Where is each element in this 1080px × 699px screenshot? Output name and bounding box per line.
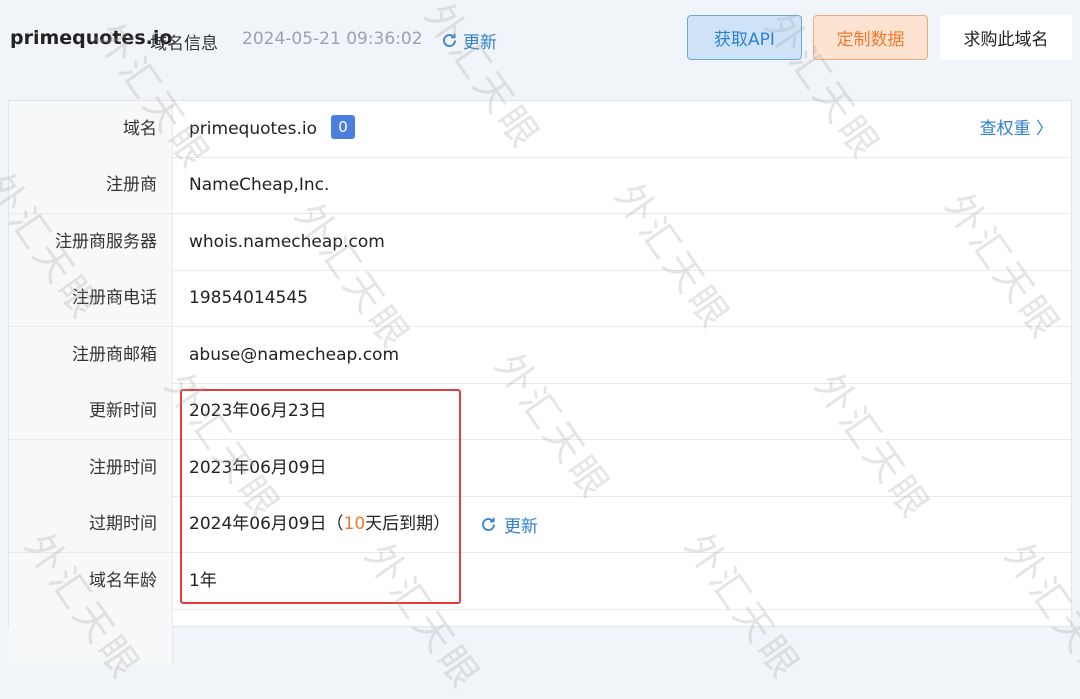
table-row-registrar-phone: 注册商电话 19854014545 bbox=[9, 270, 1071, 327]
expiry-refresh-button[interactable]: 更新 bbox=[479, 512, 538, 537]
check-weight-link[interactable]: 查权重 〉 bbox=[980, 101, 1053, 157]
table-row-updated: 更新时间 2023年06月23日 bbox=[9, 383, 1071, 440]
page-title: 域名信息 bbox=[150, 34, 218, 54]
table-row-empty bbox=[9, 609, 1071, 665]
domain-title: primequotes.io bbox=[10, 27, 173, 49]
domain-info-table: 域名 primequotes.io 0 查权重 〉 注册商 NameCheap,I… bbox=[8, 100, 1072, 665]
row-label: 注册时间 bbox=[9, 440, 173, 496]
header-bar: primequotes.io 域名信息 2024-05-21 09:36:02 … bbox=[0, 0, 1080, 76]
table-row-registrar: 注册商 NameCheap,Inc. bbox=[9, 157, 1071, 214]
table-row-registered: 注册时间 2023年06月09日 bbox=[9, 440, 1071, 497]
row-label: 域名 bbox=[9, 101, 173, 157]
expiry-date: 2024年06月09日（ bbox=[189, 514, 344, 534]
domain-value: primequotes.io bbox=[189, 119, 317, 139]
days-remaining: 10 bbox=[343, 514, 366, 534]
row-value: 2023年06月09日 bbox=[189, 458, 327, 478]
row-label: 注册商服务器 bbox=[9, 214, 173, 270]
table-row-registrar-email: 注册商邮箱 abuse@namecheap.com bbox=[9, 327, 1071, 384]
row-label: 更新时间 bbox=[9, 383, 173, 439]
refresh-button[interactable]: 更新 bbox=[440, 28, 497, 53]
buy-domain-button[interactable]: 求购此域名 bbox=[940, 15, 1072, 60]
refresh-icon bbox=[482, 517, 495, 531]
refresh-label: 更新 bbox=[463, 33, 497, 53]
row-label: 注册商电话 bbox=[9, 270, 173, 326]
row-value: primequotes.io 0 bbox=[189, 101, 355, 157]
get-api-button[interactable]: 获取API bbox=[687, 15, 802, 60]
table-row-registrar-server: 注册商服务器 whois.namecheap.com bbox=[9, 214, 1071, 271]
row-label: 注册商邮箱 bbox=[9, 327, 173, 383]
row-value: whois.namecheap.com bbox=[189, 232, 385, 252]
row-value: 2023年06月23日 bbox=[189, 401, 327, 421]
query-timestamp: 2024-05-21 09:36:02 bbox=[242, 29, 423, 49]
row-label: 域名年龄 bbox=[9, 553, 173, 609]
refresh-label: 更新 bbox=[504, 517, 538, 537]
row-value: 2024年06月09日（10天后到期） bbox=[189, 496, 450, 552]
row-label: 过期时间 bbox=[9, 496, 173, 552]
table-row-domain: 域名 primequotes.io 0 查权重 〉 bbox=[9, 101, 1071, 158]
rank-badge: 0 bbox=[331, 115, 355, 139]
custom-data-button[interactable]: 定制数据 bbox=[813, 15, 928, 60]
row-value: 19854014545 bbox=[189, 288, 308, 308]
row-value: NameCheap,Inc. bbox=[189, 175, 330, 195]
row-label bbox=[9, 609, 173, 665]
table-row-age: 域名年龄 1年 bbox=[9, 553, 1071, 610]
expiry-suffix: 天后到期） bbox=[365, 514, 451, 534]
row-value: 1年 bbox=[189, 571, 217, 591]
refresh-icon bbox=[443, 33, 456, 47]
table-row-expiry: 过期时间 2024年06月09日（10天后到期） 更新 bbox=[9, 496, 1071, 553]
row-label: 注册商 bbox=[9, 157, 173, 213]
row-value: abuse@namecheap.com bbox=[189, 345, 400, 365]
